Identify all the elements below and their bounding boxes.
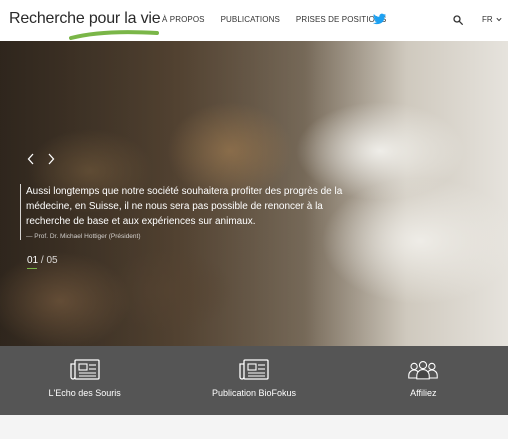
page-content-start xyxy=(0,415,508,439)
slide-counter: 01 / 05 xyxy=(27,255,58,266)
slide-counter-underline xyxy=(27,268,37,269)
newspaper-icon xyxy=(70,359,100,380)
feature-label: Publication BioFokus xyxy=(211,388,297,398)
features-bar: L'Echo des Souris Publication BioFokus A… xyxy=(0,346,508,415)
language-selector[interactable]: FR xyxy=(482,15,502,24)
logo-swoosh xyxy=(69,30,159,40)
site-logo[interactable]: Recherche pour la vie xyxy=(9,9,161,40)
slide-current: 01 xyxy=(27,255,39,266)
twitter-icon[interactable] xyxy=(373,13,386,25)
site-header: Recherche pour la vie À PROPOS PUBLICATI… xyxy=(0,0,508,41)
hero-slider: Aussi longtemps que notre société souhai… xyxy=(0,41,508,346)
feature-publication-biofokus[interactable]: Publication BioFokus xyxy=(169,346,338,415)
main-nav: À PROPOS PUBLICATIONS PRISES DE POSITION… xyxy=(162,15,402,24)
quote-text: Aussi longtemps que notre société souhai… xyxy=(26,186,343,227)
search-icon[interactable] xyxy=(453,15,463,25)
slide-total: 05 xyxy=(46,255,58,266)
hero-quote: Aussi longtemps que notre société souhai… xyxy=(20,184,355,240)
chevron-right-icon[interactable] xyxy=(46,153,56,165)
language-label: FR xyxy=(482,15,493,24)
feature-label: Affiliez xyxy=(410,388,437,398)
logo-text: Recherche pour la vie xyxy=(9,10,161,27)
feature-affiliez[interactable]: Affiliez xyxy=(339,346,508,415)
chevron-down-icon xyxy=(496,18,502,22)
nav-item-publications[interactable]: PUBLICATIONS xyxy=(221,15,280,24)
quote-author: — Prof. Dr. Michael Hottiger (Président) xyxy=(26,233,141,240)
nav-item-a-propos[interactable]: À PROPOS xyxy=(162,15,205,24)
users-icon xyxy=(408,361,439,380)
newspaper-icon xyxy=(239,359,269,380)
chevron-left-icon[interactable] xyxy=(26,153,36,165)
feature-echo-des-souris[interactable]: L'Echo des Souris xyxy=(0,346,169,415)
feature-label: L'Echo des Souris xyxy=(48,388,121,398)
